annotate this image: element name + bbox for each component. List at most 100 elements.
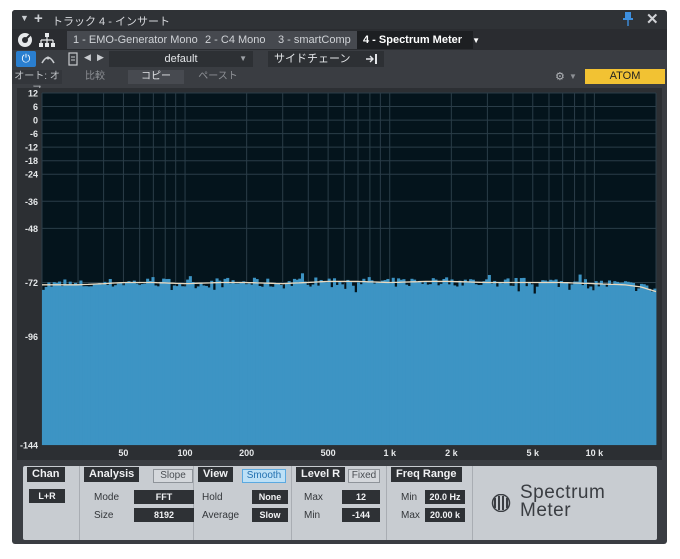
channel-selector[interactable]: L+R: [29, 489, 65, 503]
spectrum-bar: [397, 278, 401, 445]
preset-row: ⏻ ◀ ▶ default ▼ サイドチェーン: [12, 50, 667, 68]
spectrum-bar: [351, 285, 355, 445]
power-button[interactable]: ⏻: [16, 51, 36, 67]
spectrum-bar: [100, 284, 104, 445]
routing-knob-icon[interactable]: [16, 31, 34, 49]
x-tick-label: 200: [239, 448, 254, 458]
spectrum-bar: [234, 283, 238, 445]
spectrum-bar: [586, 288, 590, 445]
copy-button[interactable]: コピー: [128, 70, 184, 84]
spectrum-bar: [359, 284, 363, 445]
insert-window: ▼ + トラック 4 - インサート ✕ 1 - EMO-Generator M…: [12, 10, 667, 544]
spectrum-bar: [124, 282, 128, 445]
spectrum-bar: [421, 283, 425, 445]
spectrum-bar: [130, 282, 134, 445]
spectrum-bar: [175, 286, 179, 445]
spectrum-bar: [103, 281, 107, 445]
freq-range-section: Freq Range Min 20.0 Hz Max 20.00 k: [387, 466, 473, 540]
spectrum-bar: [116, 283, 120, 445]
spectrum-bar: [474, 284, 478, 445]
spectrum-bar: [381, 280, 385, 445]
automation-mode[interactable]: オート: オフ: [12, 70, 62, 96]
spectrum-bar: [458, 280, 462, 445]
size-selector[interactable]: 8192: [134, 508, 194, 522]
spectrum-bar: [402, 279, 406, 445]
mode-selector[interactable]: FFT: [134, 490, 194, 504]
spectrum-bar: [159, 281, 163, 445]
tab-c4-mono[interactable]: 2 - C4 Mono: [199, 31, 272, 49]
sidechain-input-icon: [366, 54, 377, 64]
spectrum-bar: [156, 286, 160, 445]
spectrum-bar: [463, 279, 467, 445]
spectrum-bar: [455, 286, 459, 445]
preset-selector[interactable]: default ▼: [109, 51, 253, 67]
spectrum-bar: [650, 291, 654, 445]
spectrum-bar: [535, 286, 539, 445]
spectrum-bar: [250, 284, 254, 445]
spectrum-bar: [106, 285, 110, 445]
spectrum-bar: [236, 283, 240, 445]
add-insert-icon[interactable]: +: [34, 10, 43, 27]
spectrum-bar: [471, 279, 475, 445]
spectrum-bar: [522, 277, 526, 445]
spectrum-bar: [530, 284, 534, 445]
spectrum-bar: [653, 288, 657, 445]
level-max-value[interactable]: 12: [342, 490, 380, 504]
spectrum-bar: [138, 285, 142, 445]
spectrum-bar: [413, 279, 417, 445]
freq-max-value[interactable]: 20.00 k: [425, 508, 465, 522]
spectrum-bar: [324, 282, 329, 445]
compare-button[interactable]: 比較: [72, 70, 118, 84]
next-preset-icon[interactable]: ▶: [97, 52, 104, 63]
routing-network-icon[interactable]: [38, 31, 56, 49]
spectrum-bar: [610, 284, 614, 445]
gear-icon[interactable]: ⚙: [555, 70, 565, 83]
freq-min-value[interactable]: 20.0 Hz: [425, 490, 465, 504]
hold-selector[interactable]: None: [252, 490, 288, 504]
y-tick-label: 6: [33, 102, 38, 112]
atom-button[interactable]: ATOM: [585, 69, 665, 84]
paste-button[interactable]: ペースト: [190, 70, 246, 84]
spectrum-bar: [647, 288, 652, 445]
tab-spectrum-meter[interactable]: 4 - Spectrum Meter ▼: [357, 31, 480, 49]
spectrum-bar: [362, 278, 366, 445]
tab-smartcomp[interactable]: 3 - smartComp: [272, 31, 357, 49]
tab-emo-generator[interactable]: 1 - EMO-Generator Mono: [67, 31, 204, 49]
tab-dropdown-icon[interactable]: ▼: [472, 36, 480, 45]
hold-label: Hold: [202, 492, 223, 503]
pin-icon[interactable]: [623, 12, 633, 26]
spectrum-bar: [47, 282, 51, 445]
smooth-toggle[interactable]: Smooth: [242, 469, 286, 483]
spectrum-bar: [503, 279, 507, 445]
close-icon[interactable]: ✕: [646, 10, 659, 28]
gear-dropdown-icon[interactable]: ▼: [569, 72, 577, 81]
chan-section: Chan L+R: [23, 466, 80, 540]
y-tick-label: -72: [25, 278, 38, 288]
spectrum-bar: [52, 282, 56, 445]
spectrum-bar: [629, 282, 633, 445]
level-min-value[interactable]: -144: [342, 508, 380, 522]
prev-preset-icon[interactable]: ◀: [84, 52, 91, 63]
average-selector[interactable]: Slow: [252, 508, 288, 522]
title-bar: ▼ + トラック 4 - インサート ✕: [12, 10, 667, 29]
spectrum-bar: [431, 278, 435, 445]
spectrum-bar: [357, 282, 361, 445]
collapse-arrow-icon[interactable]: ▼: [20, 13, 29, 23]
spectrum-bar: [621, 282, 625, 445]
level-title: Level R: [296, 467, 346, 482]
sidechain-button[interactable]: サイドチェーン: [268, 51, 384, 67]
spectrum-bar: [495, 286, 499, 445]
spectrum-bar: [426, 284, 430, 445]
spectrum-bar: [511, 286, 515, 445]
spectrum-bar: [479, 284, 483, 445]
automation-icon[interactable]: [39, 51, 57, 67]
spectrum-bar: [95, 284, 99, 445]
preset-list-icon[interactable]: [68, 52, 78, 66]
spectrum-bar: [450, 279, 454, 445]
spectrum-bar: [42, 289, 46, 445]
spectrum-bar: [453, 285, 457, 445]
fixed-toggle[interactable]: Fixed: [348, 469, 380, 483]
spectrum-bar: [210, 280, 214, 445]
spectrum-bar: [618, 282, 622, 445]
slope-toggle[interactable]: Slope: [153, 469, 193, 483]
